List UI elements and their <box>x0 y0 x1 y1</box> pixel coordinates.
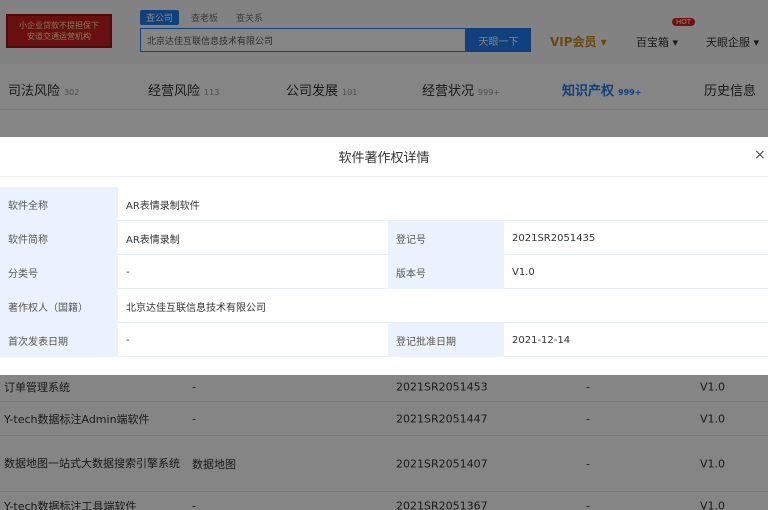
detail-row: 首次发表日期 - 登记批准日期 2021-12-14 <box>0 323 768 357</box>
label-category: 分类号 <box>0 255 118 289</box>
close-icon[interactable]: × <box>754 147 768 167</box>
detail-row: 软件全称 AR表情录制软件 <box>0 187 768 221</box>
value-full-name: AR表情录制软件 <box>126 200 200 212</box>
value-version: V1.0 <box>512 266 535 278</box>
dialog-header: 软件著作权详情 × <box>0 137 768 177</box>
label-reg-number: 登记号 <box>388 221 504 255</box>
label-version: 版本号 <box>388 255 504 289</box>
label-full-name: 软件全称 <box>0 187 118 221</box>
value-reg-number: 2021SR2051435 <box>512 232 596 244</box>
value-short-name: AR表情录制 <box>126 234 180 246</box>
value-approval-date: 2021-12-14 <box>512 334 571 346</box>
label-short-name: 软件简称 <box>0 221 118 255</box>
label-first-publish-date: 首次发表日期 <box>0 323 118 357</box>
value-category: - <box>126 266 130 278</box>
label-copyright-owner: 著作权人（国籍） <box>0 289 118 323</box>
value-first-publish-date: - <box>126 334 130 346</box>
detail-row: 软件简称 AR表情录制 登记号 2021SR2051435 <box>0 221 768 255</box>
detail-row: 分类号 - 版本号 V1.0 <box>0 255 768 289</box>
value-copyright-owner: 北京达佳互联信息技术有限公司 <box>126 302 266 314</box>
detail-row: 著作权人（国籍） 北京达佳互联信息技术有限公司 <box>0 289 768 323</box>
software-copyright-detail-dialog: 软件著作权详情 × 软件全称 AR表情录制软件 软件简称 AR表情录制 登记号 … <box>0 137 768 375</box>
label-approval-date: 登记批准日期 <box>388 323 504 357</box>
dialog-title: 软件著作权详情 <box>338 151 430 166</box>
